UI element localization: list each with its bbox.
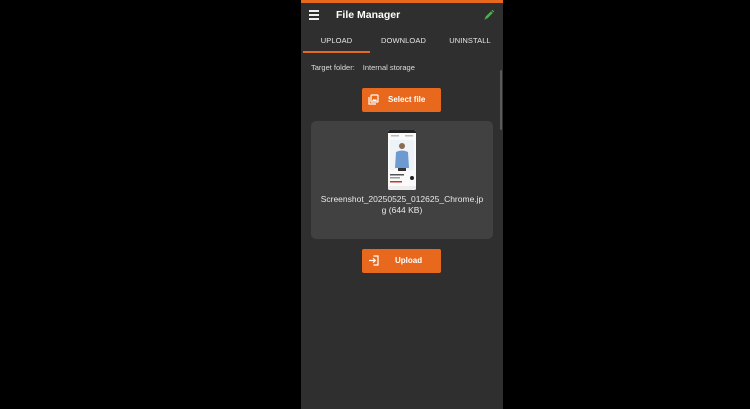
selected-file-card: Screenshot_20250525_012625_Chrome.jpg (6… <box>311 121 493 239</box>
gallery-icon <box>368 94 379 105</box>
tab-download[interactable]: DOWNLOAD <box>370 31 437 51</box>
target-folder-value[interactable]: Internal storage <box>363 63 415 72</box>
app-window: File Manager UPLOAD DOWNLOAD UNINSTALL T… <box>301 0 503 409</box>
tab-uninstall[interactable]: UNINSTALL <box>437 31 503 51</box>
screen: File Manager UPLOAD DOWNLOAD UNINSTALL T… <box>0 0 750 409</box>
upload-button[interactable]: Upload <box>362 249 441 273</box>
target-folder-label: Target folder: <box>311 63 355 72</box>
selected-file-name: Screenshot_20250525_012625_Chrome.jpg (6… <box>320 194 484 215</box>
tab-upload[interactable]: UPLOAD <box>303 31 370 53</box>
upload-label: Upload <box>395 256 423 265</box>
app-title: File Manager <box>336 9 401 21</box>
app-bar: File Manager <box>301 3 503 29</box>
select-file-button[interactable]: Select file <box>362 88 441 112</box>
scrollbar[interactable] <box>500 70 502 130</box>
image-thumbnail <box>388 130 416 190</box>
upload-arrow-icon <box>369 255 379 266</box>
menu-icon[interactable] <box>309 10 319 20</box>
target-folder-row: Target folder: Internal storage <box>311 63 415 72</box>
pencil-icon[interactable] <box>483 9 495 21</box>
select-file-label: Select file <box>388 95 426 104</box>
tab-bar: UPLOAD DOWNLOAD UNINSTALL <box>301 31 503 53</box>
screenshot-preview <box>388 130 416 190</box>
